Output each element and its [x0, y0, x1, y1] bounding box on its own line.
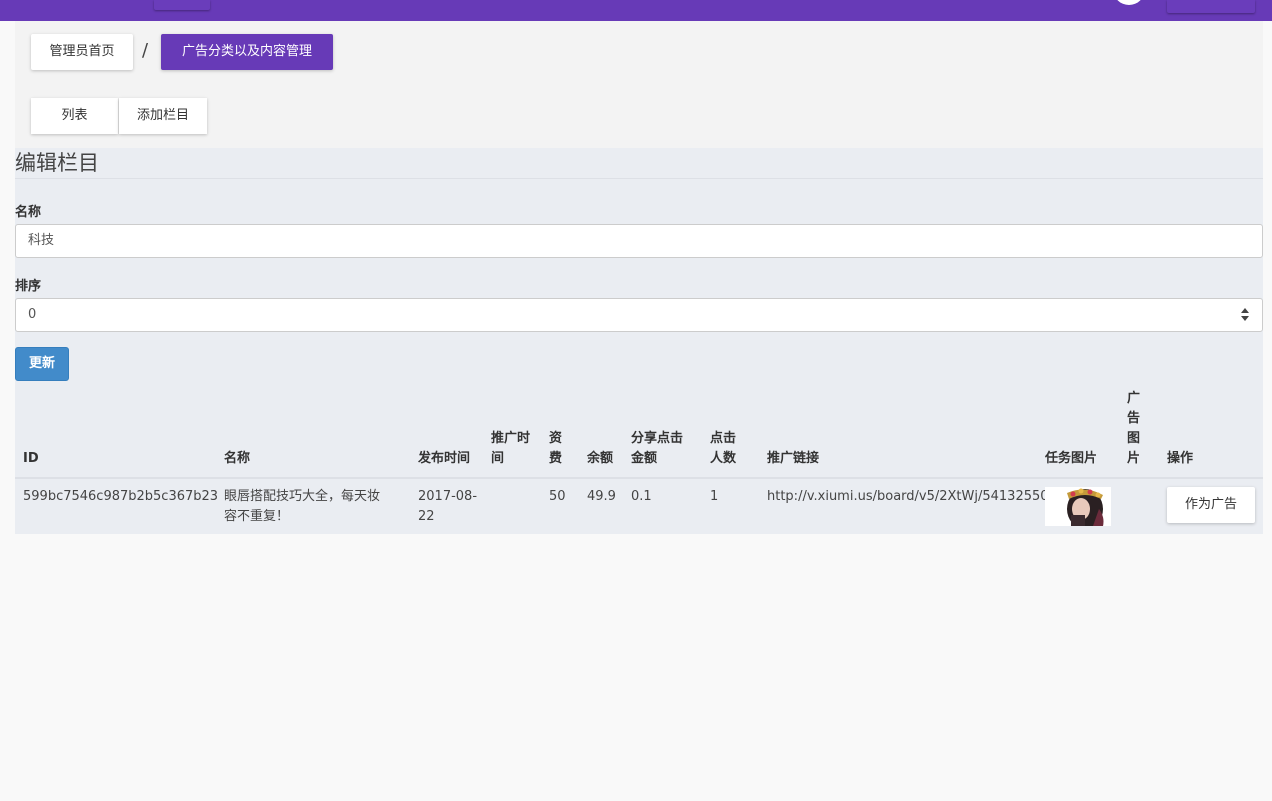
- col-header-ad-image-1: 广: [1127, 391, 1141, 406]
- portrait-image: [1045, 487, 1111, 526]
- page-title: 编辑栏目: [15, 151, 99, 175]
- col-header-name: 名称: [224, 451, 251, 466]
- tab-list[interactable]: 列表: [31, 98, 118, 134]
- col-header-ad-image-4: 片: [1127, 451, 1141, 466]
- task-image-thumbnail: [1045, 487, 1111, 526]
- col-header-clicks-2: 人数: [710, 451, 737, 466]
- col-header-fee-1: 资: [549, 431, 563, 446]
- cell-fee: 50: [549, 489, 566, 504]
- col-header-ad-image-2: 告: [1127, 411, 1141, 426]
- breadcrumb-home[interactable]: 管理员首页: [31, 34, 133, 70]
- cell-balance: 49.9: [587, 489, 616, 504]
- col-header-share-1: 分享点击: [631, 431, 684, 446]
- divider: [15, 178, 1263, 179]
- col-header-actions: 操作: [1167, 451, 1194, 466]
- col-header-link: 推广链接: [767, 451, 820, 466]
- name-label: 名称: [15, 205, 42, 220]
- cell-link[interactable]: http://v.xiumi.us/board/v5/2XtWj/5413255…: [767, 487, 1049, 507]
- col-header-id: ID: [23, 451, 39, 466]
- spinner-up-icon[interactable]: [1241, 308, 1249, 313]
- cell-name-line-1: 眼唇搭配技巧大全，每天妆: [224, 489, 381, 504]
- cell-share: 0.1: [631, 489, 652, 504]
- cell-published-line-1: 2017-08-: [418, 489, 478, 504]
- col-header-published: 发布时间: [418, 451, 471, 466]
- top-navbar: [0, 0, 1272, 21]
- update-button[interactable]: 更新: [15, 347, 69, 381]
- col-header-ad-image-3: 图: [1127, 431, 1141, 446]
- col-header-share-2: 金额: [631, 451, 658, 466]
- order-field[interactable]: 0: [15, 298, 1263, 332]
- table-header-divider: [15, 477, 1263, 479]
- order-value: 0: [28, 307, 37, 322]
- col-header-clicks-1: 点击: [710, 431, 737, 446]
- user-menu-button[interactable]: [1167, 0, 1255, 13]
- avatar[interactable]: [1113, 0, 1145, 5]
- cell-clicks: 1: [710, 489, 719, 504]
- spinner-down-icon[interactable]: [1241, 316, 1249, 321]
- col-header-promo-time-2: 间: [491, 451, 505, 466]
- breadcrumb-separator: /: [142, 40, 149, 61]
- order-label: 排序: [15, 279, 42, 294]
- col-header-promo-time-1: 推广时: [491, 431, 531, 446]
- tab-add-column[interactable]: 添加栏目: [119, 98, 207, 134]
- cell-name-line-2: 容不重复！: [224, 509, 290, 524]
- breadcrumb-current[interactable]: 广告分类以及内容管理: [161, 34, 333, 70]
- number-spinner-icon[interactable]: [1241, 308, 1250, 322]
- col-header-task-image: 任务图片: [1045, 451, 1098, 466]
- cell-id: 599bc7546c987b2b5c367b23: [23, 489, 219, 504]
- set-as-ad-button[interactable]: 作为广告: [1167, 487, 1255, 523]
- col-header-fee-2: 费: [549, 451, 563, 466]
- col-header-balance: 余额: [587, 451, 614, 466]
- cell-published-line-2: 22: [418, 509, 435, 524]
- name-field[interactable]: 科技: [15, 224, 1263, 258]
- nav-menu-button[interactable]: [154, 0, 210, 10]
